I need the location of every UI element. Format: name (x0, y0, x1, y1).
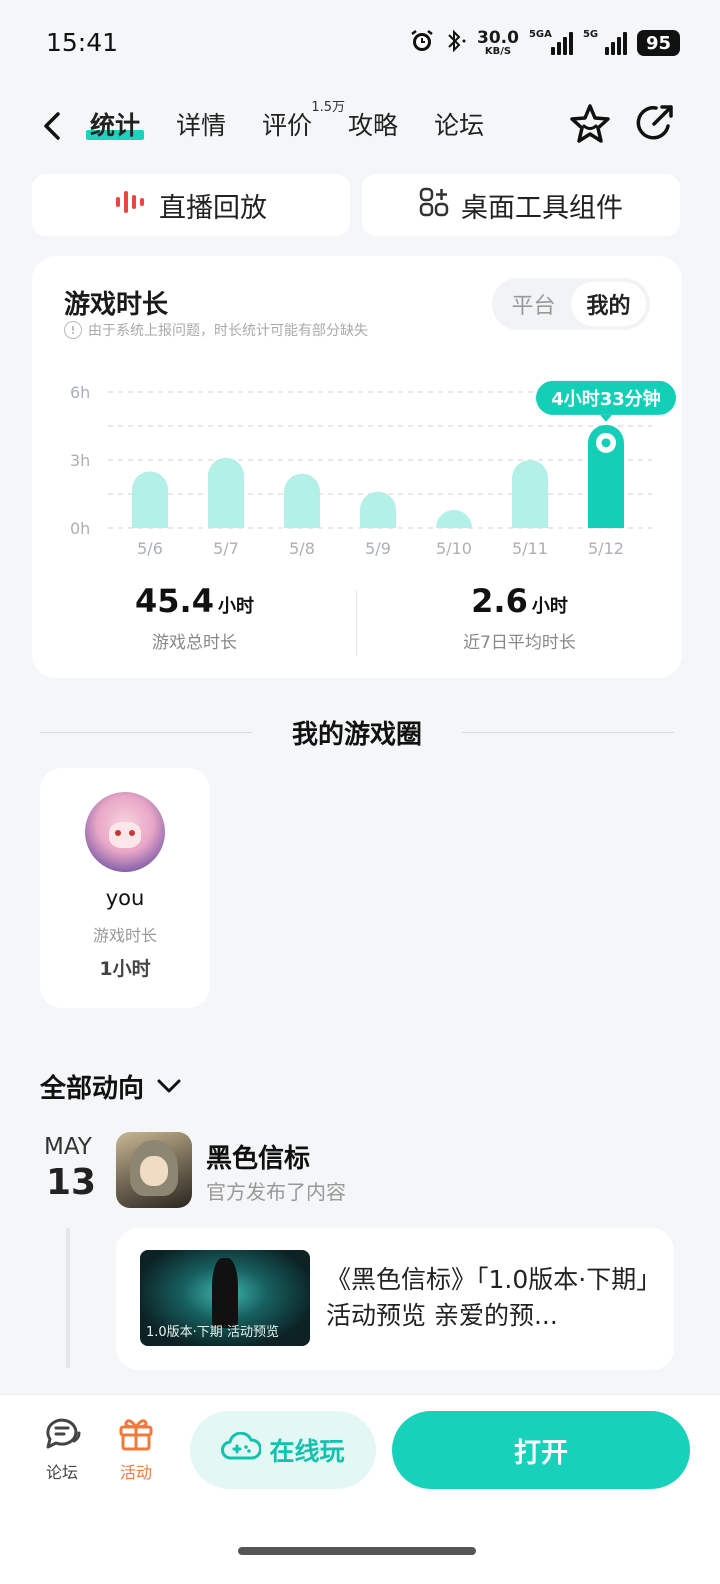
divider-line (462, 731, 675, 733)
highlight-tooltip-label: 4小时33分钟 (551, 388, 661, 410)
play-online-button[interactable]: 在线玩 (190, 1411, 376, 1489)
bluetooth-icon (445, 28, 467, 59)
friend-playtime-value: 1小时 (99, 958, 151, 980)
back-arrow-icon[interactable] (40, 108, 64, 144)
tab-stats[interactable]: 统计 (85, 106, 145, 142)
gift-icon (117, 1419, 155, 1455)
activity-label: 活动 (119, 1463, 152, 1482)
status-time: 15:41 (46, 28, 119, 57)
signal-5g-icon: 5G (583, 29, 627, 55)
timeline-line (66, 1228, 70, 1368)
friend-playtime-label: 游戏时长 (92, 926, 157, 945)
share-icon[interactable] (634, 102, 676, 144)
live-replay-label: 直播回放 (159, 192, 267, 224)
forum-label: 论坛 (45, 1463, 78, 1482)
toggle-mine[interactable]: 我的 (571, 282, 646, 326)
post-action: 官方发布了内容 (206, 1180, 346, 1204)
bar (208, 457, 244, 528)
widget-grid-icon (419, 187, 449, 224)
total-playtime-label: 游戏总时长 (152, 633, 237, 653)
bar (132, 471, 168, 528)
cloud-gamepad-icon (221, 1431, 263, 1468)
avg-playtime-value: 2.6 (471, 582, 528, 620)
forum-button[interactable]: 论坛 (32, 1415, 92, 1483)
bar (284, 473, 320, 528)
status-bar: 15:41 30.0 KB/S 5GA 5G 95 (0, 0, 720, 84)
top-navigation: 统计 详情 评价 1.5万 攻略 论坛 (0, 96, 720, 160)
post-text: 《黑色信标》「1.0版本·下期」活动预览 亲爱的预... (326, 1265, 649, 1330)
total-playtime-value: 45.4 (135, 582, 214, 620)
y-tick-label: 0h (70, 519, 90, 538)
avg-playtime-unit: 小时 (531, 596, 568, 617)
audio-bars-icon (115, 189, 147, 222)
tab-details[interactable]: 详情 (176, 106, 226, 142)
x-tick-label: 5/7 (213, 539, 239, 558)
x-tick-label: 5/8 (289, 539, 315, 558)
feed-filter-dropdown[interactable]: 全部动向 (40, 1068, 182, 1105)
y-tick-label: 3h (70, 451, 90, 470)
alarm-icon (409, 28, 435, 59)
post-date-month: MAY (44, 1134, 92, 1160)
play-online-label: 在线玩 (269, 1437, 345, 1466)
tab-guides[interactable]: 攻略 (348, 106, 398, 142)
bar (360, 491, 397, 528)
desktop-widget-label: 桌面工具组件 (461, 192, 623, 224)
total-playtime-stat: 45.4 小时 游戏总时长 (32, 582, 357, 662)
x-tick-label: 5/9 (365, 539, 391, 558)
thumbnail-caption: 1.0版本·下期 活动预览 (146, 1325, 279, 1340)
post-date-day: 13 (46, 1162, 97, 1203)
friend-card[interactable]: you 游戏时长 1小时 (40, 768, 210, 1008)
game-avatar[interactable] (116, 1132, 192, 1208)
chevron-down-icon (156, 1072, 182, 1102)
playtime-note: ! 由于系统上报问题，时长统计可能有部分缺失 (64, 320, 368, 340)
tab-reviews[interactable]: 评价 1.5万 (262, 100, 345, 142)
tab-bar: 统计 详情 评价 1.5万 攻略 论坛 (85, 100, 520, 142)
feed-filter-label: 全部动向 (40, 1074, 145, 1104)
x-tick-label: 5/12 (588, 539, 624, 558)
x-tick-label: 5/6 (137, 539, 163, 558)
post-thumbnail: 1.0版本·下期 活动预览 (140, 1250, 310, 1346)
home-indicator[interactable] (238, 1547, 476, 1555)
playtime-bar-chart: 0h 3h 6h 5/6 5/7 5/8 5/9 5/10 5/11 5/12 4小时33分钟 (70, 380, 676, 558)
post-author[interactable]: 黑色信标 (206, 1138, 310, 1175)
bar (436, 509, 472, 528)
forum-chat-icon (42, 1418, 82, 1455)
playtime-card: 游戏时长 ! 由于系统上报问题，时长统计可能有部分缺失 平台 我的 0h 3h 6h… (32, 256, 682, 678)
activity-button[interactable]: 活动 (106, 1415, 166, 1483)
signal-5ga-icon: 5GA (529, 29, 573, 55)
x-tick-label: 5/11 (512, 539, 548, 558)
playtime-title: 游戏时长 (64, 290, 169, 320)
battery-indicator: 95 (636, 30, 680, 56)
game-circle-header: 我的游戏圈 (40, 712, 675, 752)
status-icons: 30.0 KB/S 5GA 5G 95 (409, 28, 680, 58)
desktop-widget-button[interactable]: 桌面工具组件 (362, 174, 680, 236)
info-icon: ! (64, 321, 82, 339)
avg-playtime-label: 近7日平均时长 (463, 633, 576, 653)
y-tick-label: 6h (70, 383, 90, 402)
tooltip-pointer (600, 414, 612, 422)
live-replay-button[interactable]: 直播回放 (32, 174, 350, 236)
avg-playtime-stat: 2.6 小时 近7日平均时长 (357, 582, 682, 662)
bottom-action-bar: 论坛 活动 在线玩 打开 (0, 1394, 720, 1584)
favorite-star-icon[interactable] (568, 102, 612, 146)
highlight-dot (601, 438, 611, 448)
network-speed: 30.0 KB/S (476, 27, 519, 57)
avatar (85, 792, 165, 872)
tab-reviews-label: 评价 (262, 111, 313, 140)
friend-name: you (105, 886, 145, 910)
playtime-note-text: 由于系统上报问题，时长统计可能有部分缺失 (88, 323, 368, 339)
platform-mine-toggle: 平台 我的 (492, 278, 650, 330)
playtime-stats: 45.4 小时 游戏总时长 2.6 小时 近7日平均时长 (32, 582, 682, 662)
review-count-badge: 1.5万 (311, 100, 346, 115)
x-tick-label: 5/10 (436, 539, 472, 558)
divider-line (40, 731, 252, 733)
post-card[interactable]: 1.0版本·下期 活动预览 《黑色信标》「1.0版本·下期」活动预览 亲爱的预.… (116, 1228, 674, 1370)
open-button[interactable]: 打开 (392, 1411, 690, 1489)
stats-divider (356, 590, 357, 656)
bar (512, 460, 548, 528)
toggle-platform[interactable]: 平台 (496, 282, 571, 326)
total-playtime-unit: 小时 (217, 596, 254, 617)
tab-forum[interactable]: 论坛 (434, 106, 484, 142)
game-circle-title: 我的游戏圈 (292, 719, 423, 750)
